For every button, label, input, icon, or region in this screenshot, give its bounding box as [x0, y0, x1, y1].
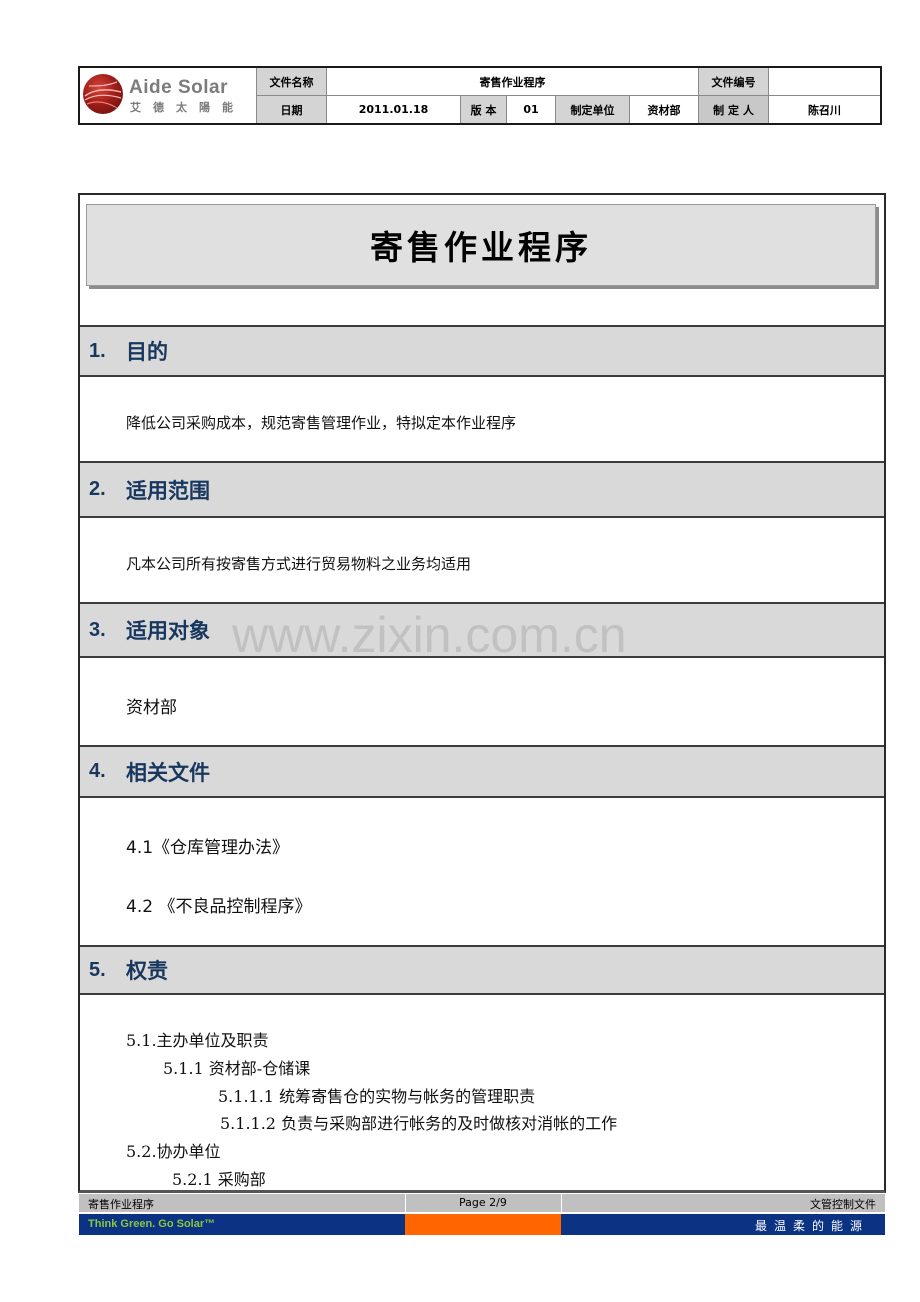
section-content: 降低公司采购成本，规范寄售管理作业，特拟定本作业程序: [126, 414, 517, 432]
section-title: 适用范围: [126, 478, 210, 503]
responsibility-item: 5.1.主办单位及职责: [126, 1031, 269, 1050]
document-header-table: Aide Solar 艾德太陽能 文件名称 寄售作业程序 文件编号 日期 201…: [78, 66, 882, 125]
version-label: 版 本: [461, 96, 507, 123]
footer-slogan: Think Green. Go Solar™: [88, 1218, 216, 1230]
section-heading-purpose: 1. 目的: [80, 325, 884, 377]
footer-doc-name: 寄售作业程序: [88, 1198, 154, 1211]
document-body: 寄售作业程序 1. 目的 降低公司采购成本，规范寄售管理作业，特拟定本作业程序 …: [78, 193, 886, 1193]
issuing-unit-value: 资材部: [630, 96, 699, 123]
footer-info-bar: 寄售作业程序 Page 2/9 文管控制文件: [79, 1194, 885, 1212]
doc-name-label: 文件名称: [257, 68, 327, 96]
section-title: 适用对象: [126, 619, 210, 643]
responsibility-item: 5.2.协办单位: [126, 1142, 221, 1161]
author-label: 制 定 人: [699, 96, 769, 123]
section-heading-applicable-party: 3. 适用对象: [80, 602, 884, 658]
section-heading-responsibilities: 5. 权责: [80, 945, 884, 995]
section-number: 5.: [89, 958, 106, 981]
document-title-box: 寄售作业程序: [86, 204, 876, 286]
footer-brand-bar: Think Green. Go Solar™ 最温柔的能源: [79, 1214, 885, 1235]
doc-no-label: 文件编号: [699, 68, 769, 96]
company-logo: Aide Solar 艾德太陽能: [80, 68, 257, 123]
footer-orange-block: [405, 1214, 561, 1235]
section-number: 4.: [89, 760, 106, 782]
brand-name-cn: 艾德太陽能: [130, 101, 245, 114]
section-heading-related-docs: 4. 相关文件: [80, 745, 884, 798]
issuing-unit-label: 制定单位: [556, 96, 630, 123]
brand-name: Aide Solar: [129, 77, 228, 98]
footer-slogan-cn: 最温柔的能源: [754, 1219, 869, 1233]
section-content: 资材部: [126, 698, 177, 718]
section-number: 2.: [89, 478, 106, 500]
responsibility-item: 5.2.1 采购部: [172, 1170, 266, 1189]
section-title: 相关文件: [126, 760, 210, 785]
aide-solar-logo-icon: [83, 74, 123, 114]
footer-divider: [561, 1194, 562, 1212]
date-value: 2011.01.18: [327, 96, 461, 123]
related-doc-item: 4.1《仓库管理办法》: [126, 838, 290, 858]
responsibility-item: 5.1.1 资材部-仓储课: [163, 1059, 311, 1078]
section-number: 1.: [89, 339, 106, 362]
doc-name-value: 寄售作业程序: [327, 68, 699, 96]
document-title: 寄售作业程序: [370, 228, 592, 267]
author-value: 陈召川: [808, 103, 841, 117]
footer-divider: [405, 1194, 406, 1212]
section-content: 凡本公司所有按寄售方式进行贸易物料之业务均适用: [126, 555, 472, 573]
date-label: 日期: [257, 96, 327, 123]
section-title: 目的: [126, 340, 168, 364]
responsibility-item: 5.1.1.2 负责与采购部进行帐务的及时做核对消帐的工作: [220, 1114, 618, 1133]
footer-control-label: 文管控制文件: [810, 1198, 876, 1211]
related-doc-item: 4.2 《不良品控制程序》: [126, 897, 312, 917]
section-number: 3.: [89, 618, 106, 641]
page-number: Page 2/9: [459, 1196, 507, 1209]
section-title: 权责: [126, 959, 168, 983]
section-heading-scope: 2. 适用范围: [80, 461, 884, 518]
version-value: 01: [507, 96, 556, 123]
doc-no-value: [769, 68, 880, 96]
responsibility-item: 5.1.1.1 统筹寄售仓的实物与帐务的管理职责: [218, 1087, 536, 1106]
